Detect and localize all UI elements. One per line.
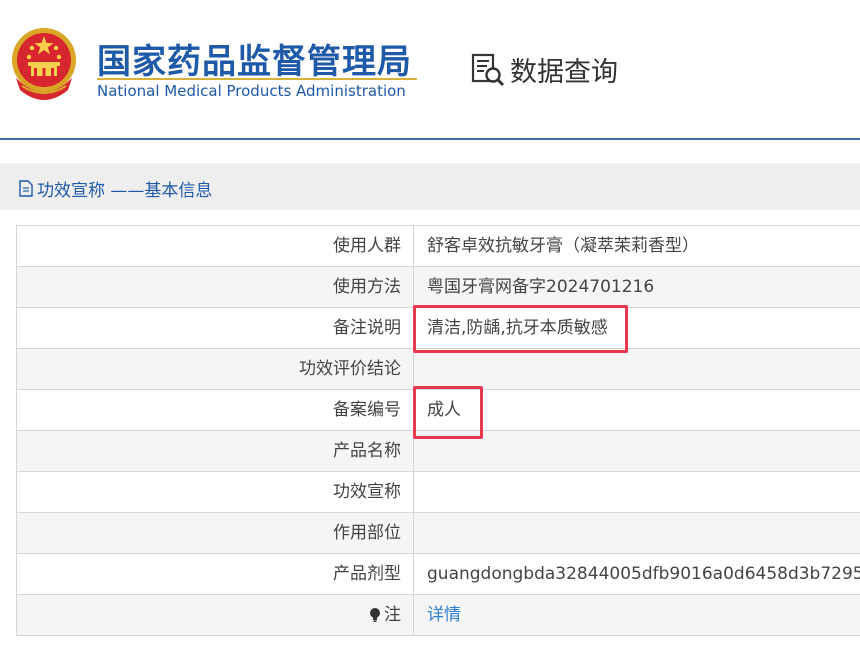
section-title-text: 功效宣称 ——基本信息: [37, 181, 213, 201]
table-row: 备案编号 成人: [16, 390, 860, 431]
table-row: 注 详情: [16, 595, 860, 636]
section-title: 功效宣称 ——基本信息: [18, 176, 212, 201]
document-search-icon: [471, 53, 505, 86]
section-header: 功效宣称 ——基本信息: [0, 163, 860, 210]
table-row: 产品名称: [16, 431, 860, 472]
document-icon: [19, 180, 33, 197]
national-emblem-icon: [12, 28, 76, 100]
header-divider: [0, 138, 860, 140]
row-label: 产品剂型: [17, 554, 414, 594]
table-row: 功效评价结论: [16, 349, 860, 390]
row-value: [414, 431, 860, 471]
row-value: [414, 349, 860, 389]
row-value: 舒客卓效抗敏牙膏（凝萃茉莉香型）: [427, 236, 699, 256]
lightbulb-icon: [370, 608, 380, 622]
row-label: 功效宣称: [17, 472, 414, 512]
row-label: 功效评价结论: [17, 349, 414, 389]
row-value: [414, 472, 860, 512]
table-row: 作用部位: [16, 513, 860, 554]
row-label: 备案编号: [17, 390, 414, 430]
site-header: 国家药品监督管理局 National Medical Products Admi…: [0, 0, 860, 138]
row-value: 粤国牙膏网备字2024701216: [427, 277, 655, 297]
row-value: [414, 513, 860, 553]
table-row: 使用人群 舒客卓效抗敏牙膏（凝萃茉莉香型）: [16, 226, 860, 267]
agency-name-cn: 国家药品监督管理局: [97, 42, 412, 82]
row-value: 成人: [427, 400, 461, 420]
data-query-link[interactable]: 数据查询: [470, 50, 618, 89]
table-row: 使用方法 粤国牙膏网备字2024701216: [16, 267, 860, 308]
brand-divider: [97, 78, 417, 80]
agency-name-en: National Medical Products Administration: [97, 82, 406, 100]
row-label: 使用方法: [17, 267, 414, 307]
table-row: 备注说明 清洁,防龋,抗牙本质敏感: [16, 308, 860, 349]
details-link[interactable]: 详情: [427, 605, 461, 625]
row-label: 产品名称: [17, 431, 414, 471]
table-row: 功效宣称: [16, 472, 860, 513]
row-value: 详情: [414, 595, 860, 635]
row-label: 备注说明: [17, 308, 414, 348]
note-label-text: 注: [384, 605, 401, 625]
row-value: guangdongbda32844005dfb9016a0d6458d3b729…: [427, 564, 860, 584]
data-query-label: 数据查询: [510, 57, 618, 88]
row-label-note: 注: [17, 595, 414, 635]
row-value: 清洁,防龋,抗牙本质敏感: [427, 318, 608, 338]
row-label: 使用人群: [17, 226, 414, 266]
row-label: 作用部位: [17, 513, 414, 553]
table-row: 产品剂型 guangdongbda32844005dfb9016a0d6458d…: [16, 554, 860, 595]
info-table: 使用人群 舒客卓效抗敏牙膏（凝萃茉莉香型） 使用方法 粤国牙膏网备字202470…: [16, 225, 860, 636]
